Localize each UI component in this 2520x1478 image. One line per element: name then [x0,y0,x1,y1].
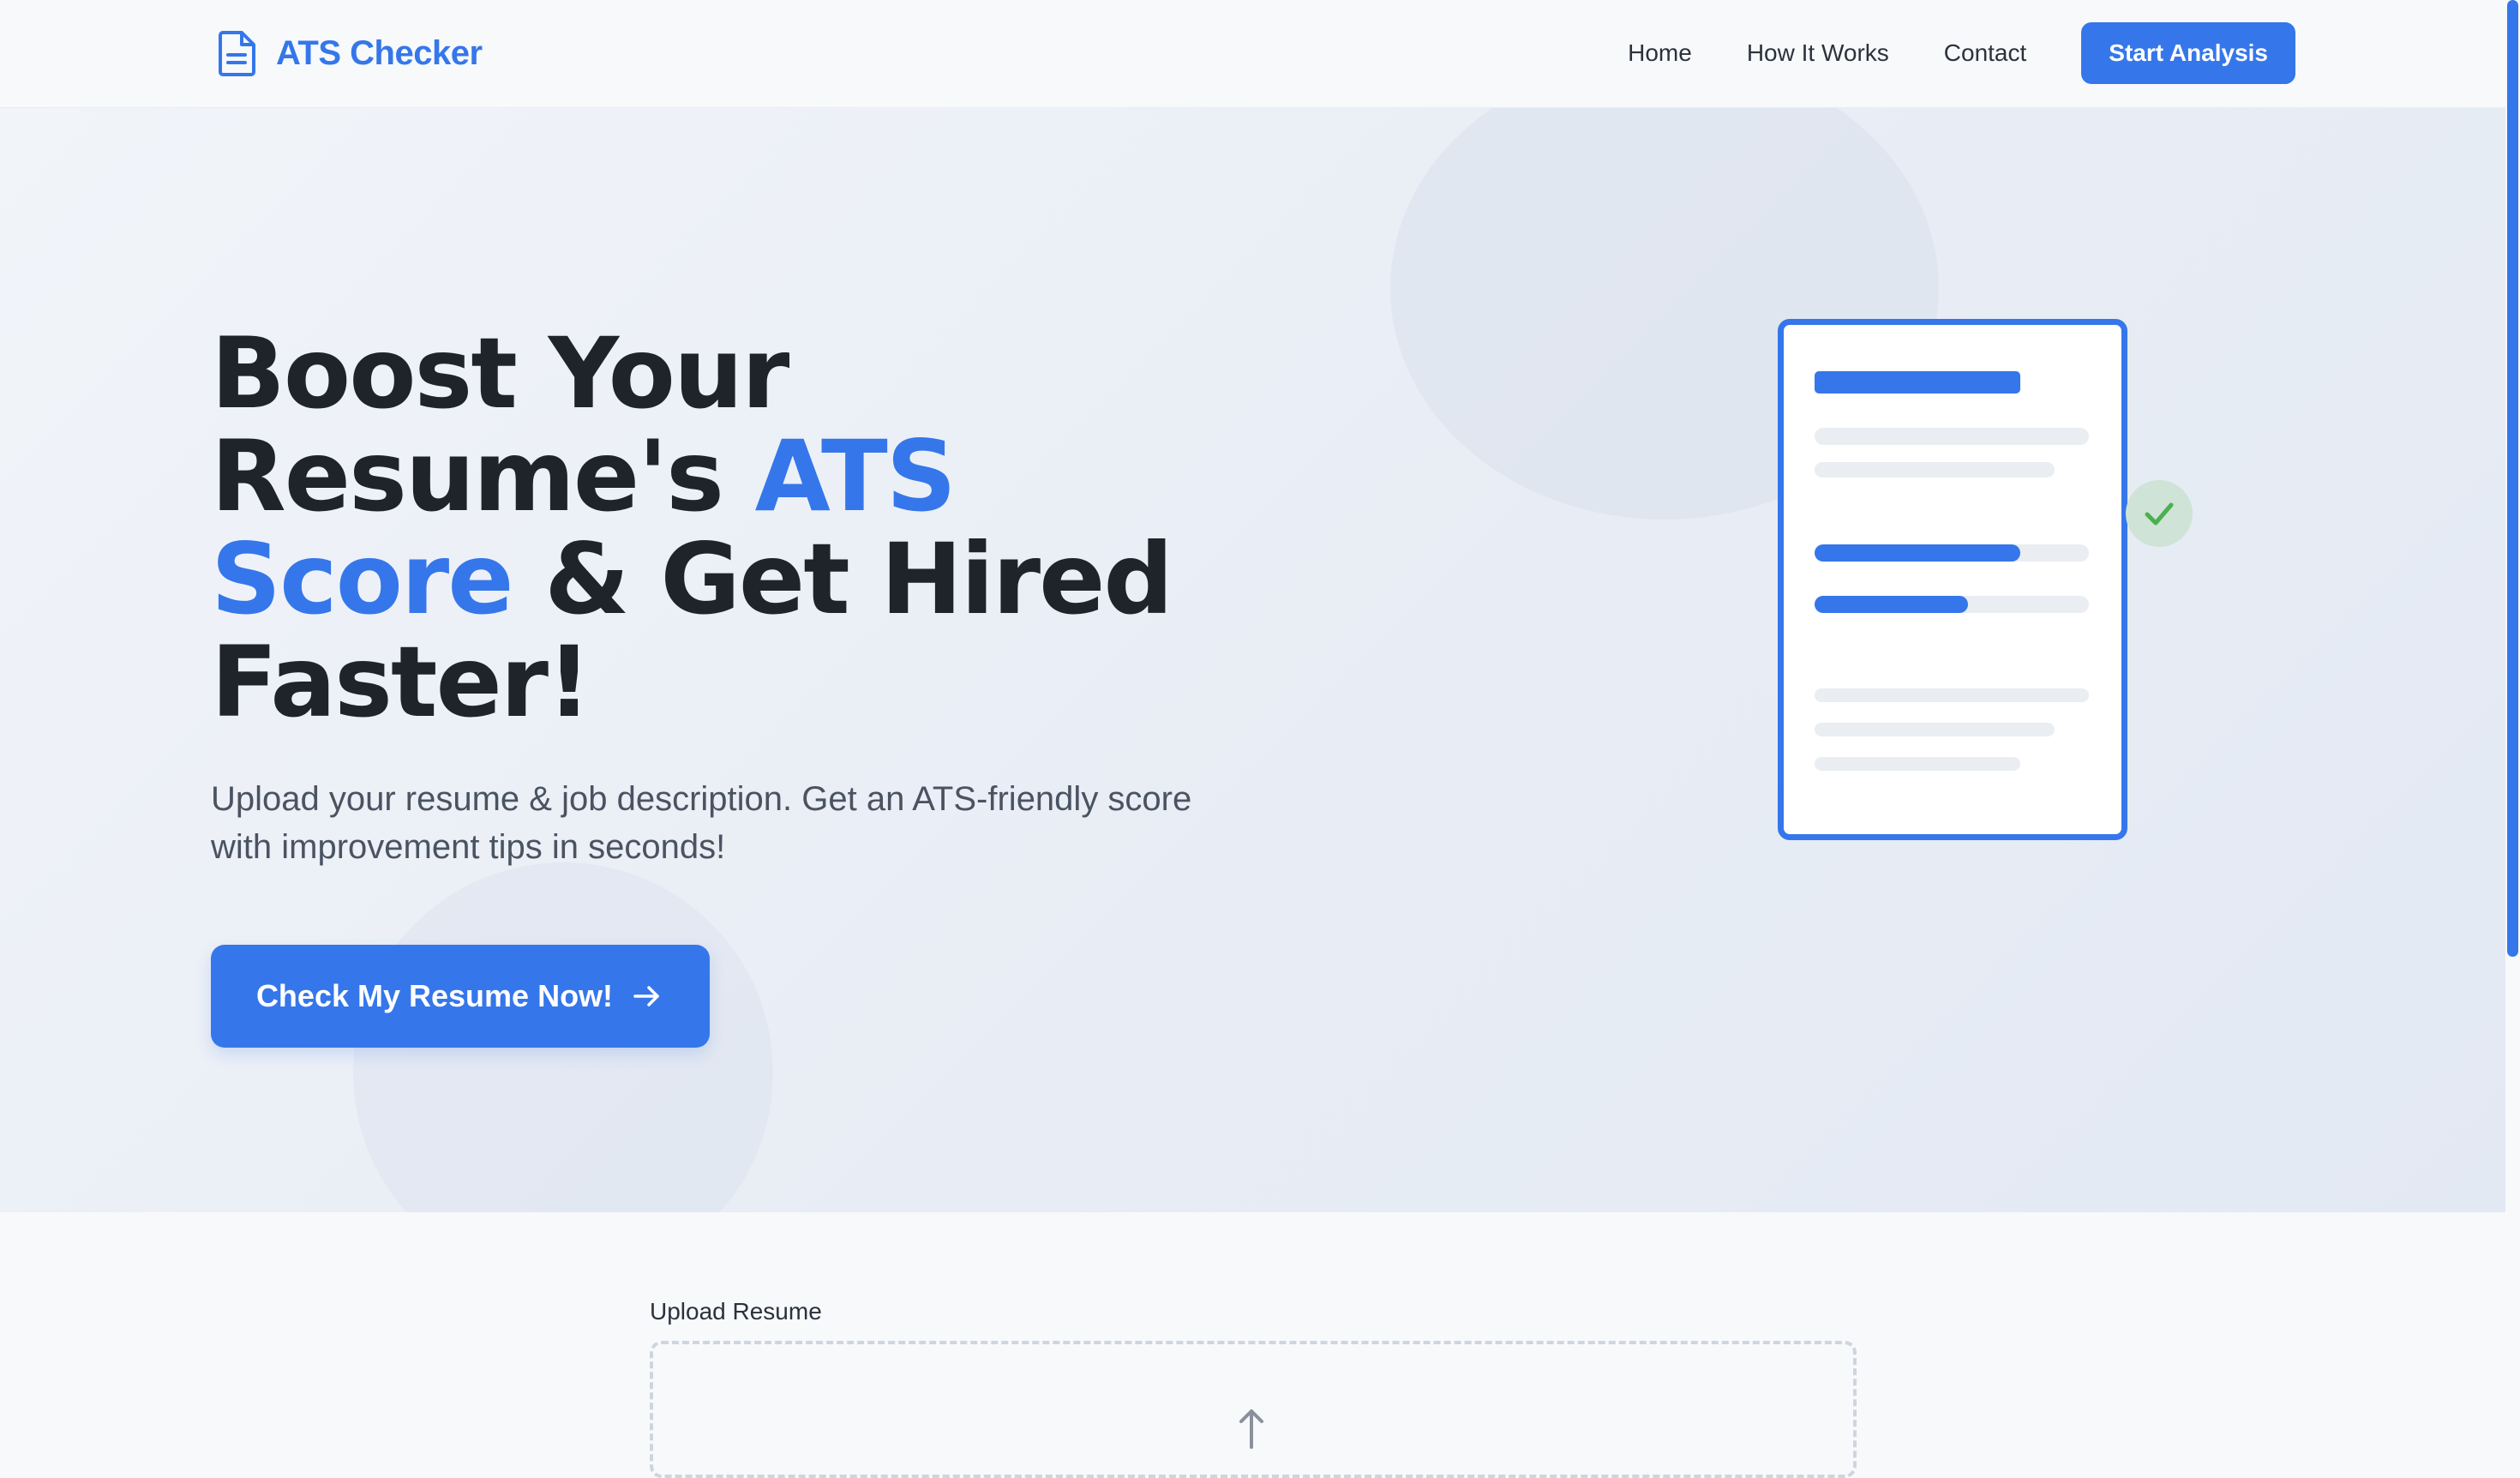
nav-link-how-it-works[interactable]: How It Works [1747,39,1889,67]
upload-resume-label: Upload Resume [650,1298,822,1325]
resume-illustration [1778,319,2127,840]
start-analysis-button[interactable]: Start Analysis [2081,22,2295,84]
doc-progress-fill [1815,596,1969,613]
doc-progress-bar [1815,596,2089,613]
doc-line [1815,428,2089,445]
success-badge [2126,480,2193,547]
navbar: ATS Checker Home How It Works Contact St… [0,0,2505,108]
doc-heading-bar [1815,371,2020,394]
nav-link-contact[interactable]: Contact [1944,39,2027,67]
nav-link-home[interactable]: Home [1628,39,1692,67]
upload-icon [1239,1409,1263,1449]
check-icon [2145,502,2174,526]
brand-name: ATS Checker [276,33,483,72]
main-nav: Home How It Works Contact Start Analysis [1628,22,2295,84]
doc-line [1815,462,2055,478]
hero-section: Boost Your Resume's ATS Score & Get Hire… [0,108,2505,1212]
hero-title-part1: Boost Your Resume's [211,316,789,533]
doc-progress-fill [1815,544,2020,562]
brand-logo[interactable]: ATS Checker [216,27,483,79]
scrollbar-thumb[interactable] [2507,0,2518,957]
hero-title: Boost Your Resume's ATS Score & Get Hire… [211,322,1239,734]
hero-subtitle: Upload your resume & job description. Ge… [211,780,1192,866]
doc-line [1815,723,2055,736]
doc-line [1815,688,2089,702]
check-resume-button[interactable]: Check My Resume Now! [211,945,710,1048]
doc-line [1815,757,2020,771]
doc-progress-bar [1815,544,2089,562]
arrow-right-icon [633,986,659,1006]
document-icon [219,31,255,76]
check-resume-button-label: Check My Resume Now! [255,978,614,1013]
